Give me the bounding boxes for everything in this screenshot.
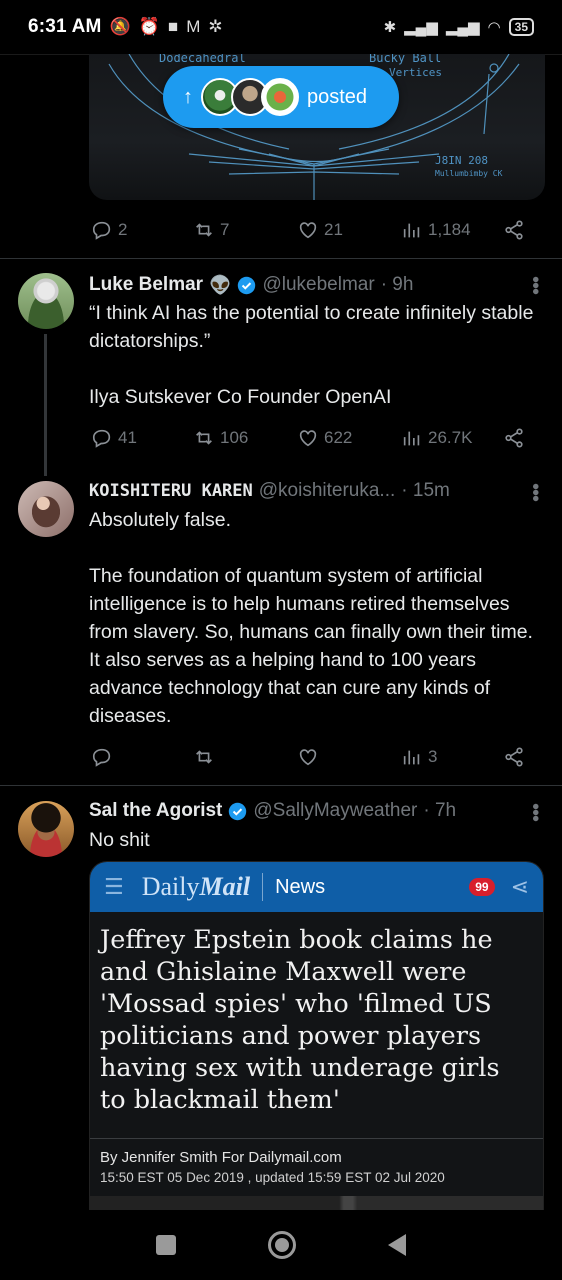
signal-icon: ▂▄▆: [404, 19, 438, 36]
arrow-up-icon: ↑: [183, 85, 193, 108]
tweet-header: KOISHITERU KAREN @koishiteruka... · 15m: [89, 477, 450, 505]
alien-emoji-icon: 👽: [209, 274, 232, 295]
tweet-actions: 3: [89, 742, 529, 772]
timestamp: · 9h: [380, 274, 414, 295]
verified-badge-icon: [229, 802, 247, 820]
share-button[interactable]: [503, 427, 525, 449]
article-byline: By Jennifer Smith For Dailymail.com: [90, 1138, 543, 1166]
like-button[interactable]: 622: [297, 427, 352, 449]
display-name[interactable]: KOISHITERU KAREN: [89, 481, 253, 501]
tweet-header: Luke Belmar 👽 @lukebelmar · 9h: [89, 271, 413, 299]
retweet-icon: [196, 431, 212, 445]
avatar[interactable]: [18, 481, 74, 537]
reply-button[interactable]: 41: [91, 427, 137, 449]
tweet-text: No shit: [89, 829, 150, 851]
views-button[interactable]: 1,184: [401, 219, 471, 241]
video-icon: ■: [167, 17, 179, 36]
new-posts-pill[interactable]: ↑ posted: [163, 66, 399, 128]
clock: 6:31 AM: [28, 16, 102, 37]
tweet-media-image[interactable]: ☰ DailyMail News 99 ⋖ Jeffrey Epstein bo…: [89, 861, 544, 1211]
retweet-button[interactable]: 7: [193, 219, 229, 241]
image-text: Vertices: [389, 66, 442, 79]
wifi-icon: ◠: [487, 19, 501, 36]
views-icon: [403, 750, 420, 765]
share-icon: [505, 220, 523, 240]
alarm-icon: ⏰: [138, 17, 160, 36]
reply-button[interactable]: [91, 746, 118, 768]
system-nav-bar: [0, 1210, 562, 1280]
timestamp: · 7h: [423, 800, 457, 821]
tweet-header: Sal the Agorist @SallyMayweather · 7h: [89, 797, 456, 825]
avatar[interactable]: [18, 273, 74, 329]
section-label: News: [275, 875, 326, 898]
bluetooth-icon: ✱: [383, 19, 397, 36]
reply-button[interactable]: 2: [91, 219, 127, 241]
reply-icon: [92, 221, 111, 240]
retweet-button[interactable]: [193, 746, 220, 768]
article-dates: 15:50 EST 05 Dec 2019 , updated 15:59 ES…: [100, 1170, 445, 1185]
views-button[interactable]: 26.7K: [401, 427, 472, 449]
handle[interactable]: @lukebelmar: [262, 274, 374, 296]
gmail-icon: M: [186, 17, 201, 36]
tweet-text: Absolutely false.: [89, 509, 231, 531]
display-name[interactable]: Sal the Agorist: [89, 800, 222, 822]
comments-badge: 99: [469, 878, 495, 896]
reply-icon: [92, 748, 111, 767]
views-button[interactable]: 3: [401, 746, 437, 768]
menu-icon: ☰: [104, 874, 124, 899]
thread-line: [44, 334, 47, 476]
battery-icon: 35: [508, 18, 534, 36]
image-text: Dodecahedral: [159, 54, 246, 65]
like-button[interactable]: 21: [297, 219, 343, 241]
notification-icon: ✲: [208, 17, 223, 36]
more-options-icon[interactable]: •••: [524, 803, 546, 821]
image-text: Bucky Ball: [369, 54, 441, 65]
handle[interactable]: @koishiteruka...: [259, 480, 396, 502]
heart-icon: [299, 222, 317, 239]
verified-badge-icon: [238, 276, 256, 294]
retweet-button[interactable]: 106: [193, 427, 248, 449]
dailymail-logo: DailyMail: [141, 872, 251, 901]
handle[interactable]: @SallyMayweather: [253, 800, 417, 822]
display-name[interactable]: Luke Belmar: [89, 274, 203, 296]
views-icon: [403, 431, 420, 446]
more-options-icon[interactable]: •••: [524, 483, 546, 501]
status-bar: 6:31 AM 🔕 ⏰ ■ M ✲ ✱ ▂▄▆ ▂▄▆ ◠ 35: [0, 0, 562, 54]
recents-button[interactable]: [156, 1235, 176, 1255]
avatar: [261, 78, 299, 116]
share-icon: [505, 428, 523, 448]
home-button[interactable]: [268, 1231, 296, 1259]
share-icon: ⋖: [510, 874, 529, 899]
reply-icon: [92, 429, 111, 448]
views-icon: [403, 223, 420, 238]
like-button[interactable]: [297, 746, 324, 768]
mute-icon: 🔕: [109, 17, 131, 36]
tweet-text: The foundation of quantum system of arti…: [89, 565, 533, 727]
tweet-actions: 41 106 622 26.7K: [89, 423, 529, 453]
retweet-icon: [196, 750, 212, 764]
tweet-text: “I think AI has the potential to create …: [89, 302, 534, 352]
share-button[interactable]: [503, 746, 525, 768]
image-text: Mullumbimby CK: [435, 169, 503, 178]
image-text: J8IN 208: [435, 154, 488, 167]
retweet-icon: [196, 223, 212, 237]
article-header-bar: ☰ DailyMail News 99 ⋖: [90, 862, 543, 912]
tweet-text: Ilya Sutskever Co Founder OpenAI: [89, 386, 392, 408]
posted-label: posted: [307, 85, 368, 108]
avatar[interactable]: [18, 801, 74, 857]
share-button[interactable]: [503, 219, 525, 241]
back-button[interactable]: [388, 1234, 406, 1256]
timestamp: · 15m: [401, 480, 450, 501]
share-icon: [505, 747, 523, 767]
heart-icon: [299, 749, 317, 766]
heart-icon: [299, 430, 317, 447]
tweet-actions: 2 7 21 1,184: [89, 215, 529, 245]
more-options-icon[interactable]: •••: [524, 276, 546, 294]
article-headline: Jeffrey Epstein book claims he and Ghisl…: [100, 925, 500, 1115]
signal-icon-2: ▂▄▆: [445, 19, 480, 36]
article-photo: [90, 1196, 543, 1210]
